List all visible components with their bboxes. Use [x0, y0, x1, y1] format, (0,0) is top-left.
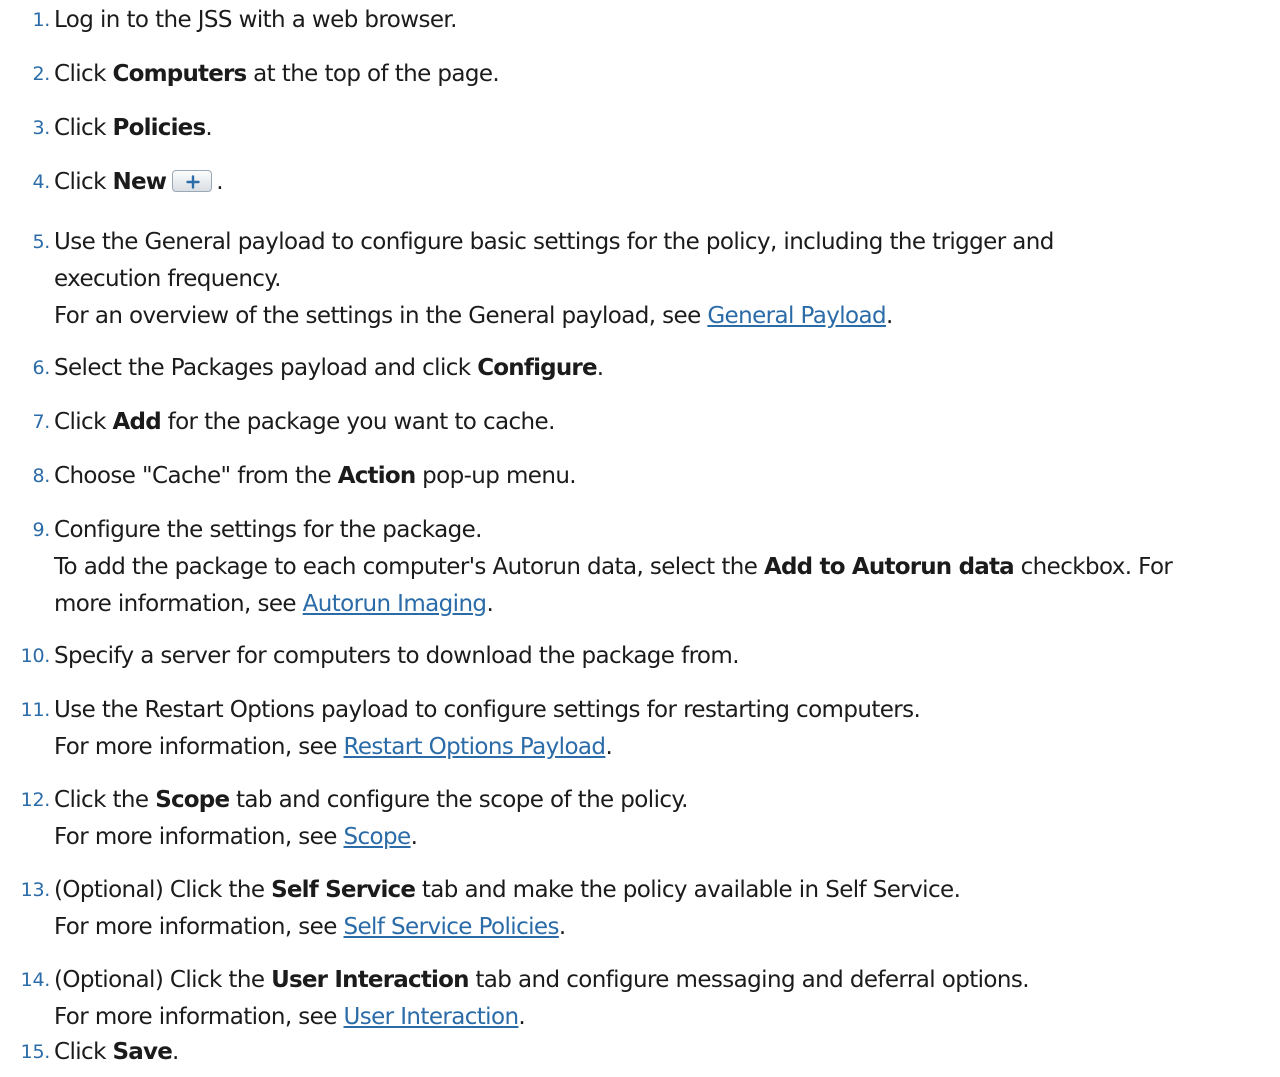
- step-text: Click Add for the package you want to ca…: [54, 409, 555, 435]
- step-number: 7.: [32, 411, 50, 433]
- step-number: 1.: [32, 9, 50, 31]
- step-note: more information, see Autorun Imaging.: [54, 591, 494, 617]
- step-number: 6.: [32, 357, 50, 379]
- ui-term: Add to Autorun data: [763, 554, 1015, 580]
- step-text: Choose "Cache" from the Action pop-up me…: [54, 463, 577, 489]
- step-note: For more information, see Restart Option…: [54, 734, 613, 760]
- autorun-imaging-link[interactable]: Autorun Imaging: [303, 591, 487, 617]
- step-text: execution frequency.: [54, 266, 281, 292]
- ui-term: New: [112, 169, 167, 195]
- step-text: Click Policies.: [54, 115, 213, 141]
- general-payload-link[interactable]: General Payload: [707, 303, 886, 329]
- step-number: 3.: [32, 117, 50, 139]
- step-text: Use the General payload to configure bas…: [54, 229, 1054, 255]
- ui-term: Action: [337, 463, 417, 489]
- step-text: Select the Packages payload and click Co…: [54, 355, 604, 381]
- step-number: 13.: [20, 879, 51, 901]
- step-note: For more information, see User Interacti…: [54, 1004, 526, 1030]
- ui-term: Save: [112, 1039, 173, 1065]
- step-text: Specify a server for computers to downlo…: [54, 643, 740, 669]
- step-text: (Optional) Click the Self Service tab an…: [54, 877, 961, 903]
- step-text: Click Computers at the top of the page.: [54, 61, 500, 87]
- self-service-policies-link[interactable]: Self Service Policies: [344, 914, 560, 940]
- step-number: 11.: [20, 699, 51, 721]
- user-interaction-link[interactable]: User Interaction: [344, 1004, 520, 1030]
- scope-link[interactable]: Scope: [344, 824, 412, 850]
- step-number: 10.: [20, 645, 51, 667]
- ui-term: Computers: [112, 61, 248, 87]
- step-number: 8.: [32, 465, 50, 487]
- plus-icon: [186, 174, 200, 189]
- step-text: Use the Restart Options payload to confi…: [54, 697, 921, 723]
- step-number: 4.: [32, 171, 50, 193]
- step-number: 12.: [20, 789, 51, 811]
- step-text: Click New.: [54, 169, 224, 195]
- ui-term: Add: [112, 409, 162, 435]
- restart-options-payload-link[interactable]: Restart Options Payload: [344, 734, 607, 760]
- step-number: 15.: [20, 1041, 51, 1063]
- ui-term: User Interaction: [271, 967, 469, 993]
- step-number: 9.: [32, 519, 50, 541]
- step-text: Click the Scope tab and configure the sc…: [54, 787, 688, 813]
- ui-term: Scope: [155, 787, 230, 813]
- step-number: 2.: [32, 63, 50, 85]
- step-note: For more information, see Scope.: [54, 824, 418, 850]
- step-note: To add the package to each computer's Au…: [54, 554, 1173, 580]
- step-note: For more information, see Self Service P…: [54, 914, 566, 940]
- ui-term: Policies: [112, 115, 207, 141]
- step-text: Log in to the JSS with a web browser.: [54, 7, 457, 33]
- step-text: Click Save.: [54, 1039, 179, 1065]
- step-number: 5.: [32, 231, 50, 253]
- step-number: 14.: [20, 969, 51, 991]
- step-note: For an overview of the settings in the G…: [54, 303, 893, 329]
- ui-term: Configure: [477, 355, 597, 381]
- new-plus-button-image: [172, 169, 213, 192]
- ui-term: Self Service: [271, 877, 416, 903]
- step-text: Configure the settings for the package.: [54, 517, 482, 543]
- step-text: (Optional) Click the User Interaction ta…: [54, 967, 1030, 993]
